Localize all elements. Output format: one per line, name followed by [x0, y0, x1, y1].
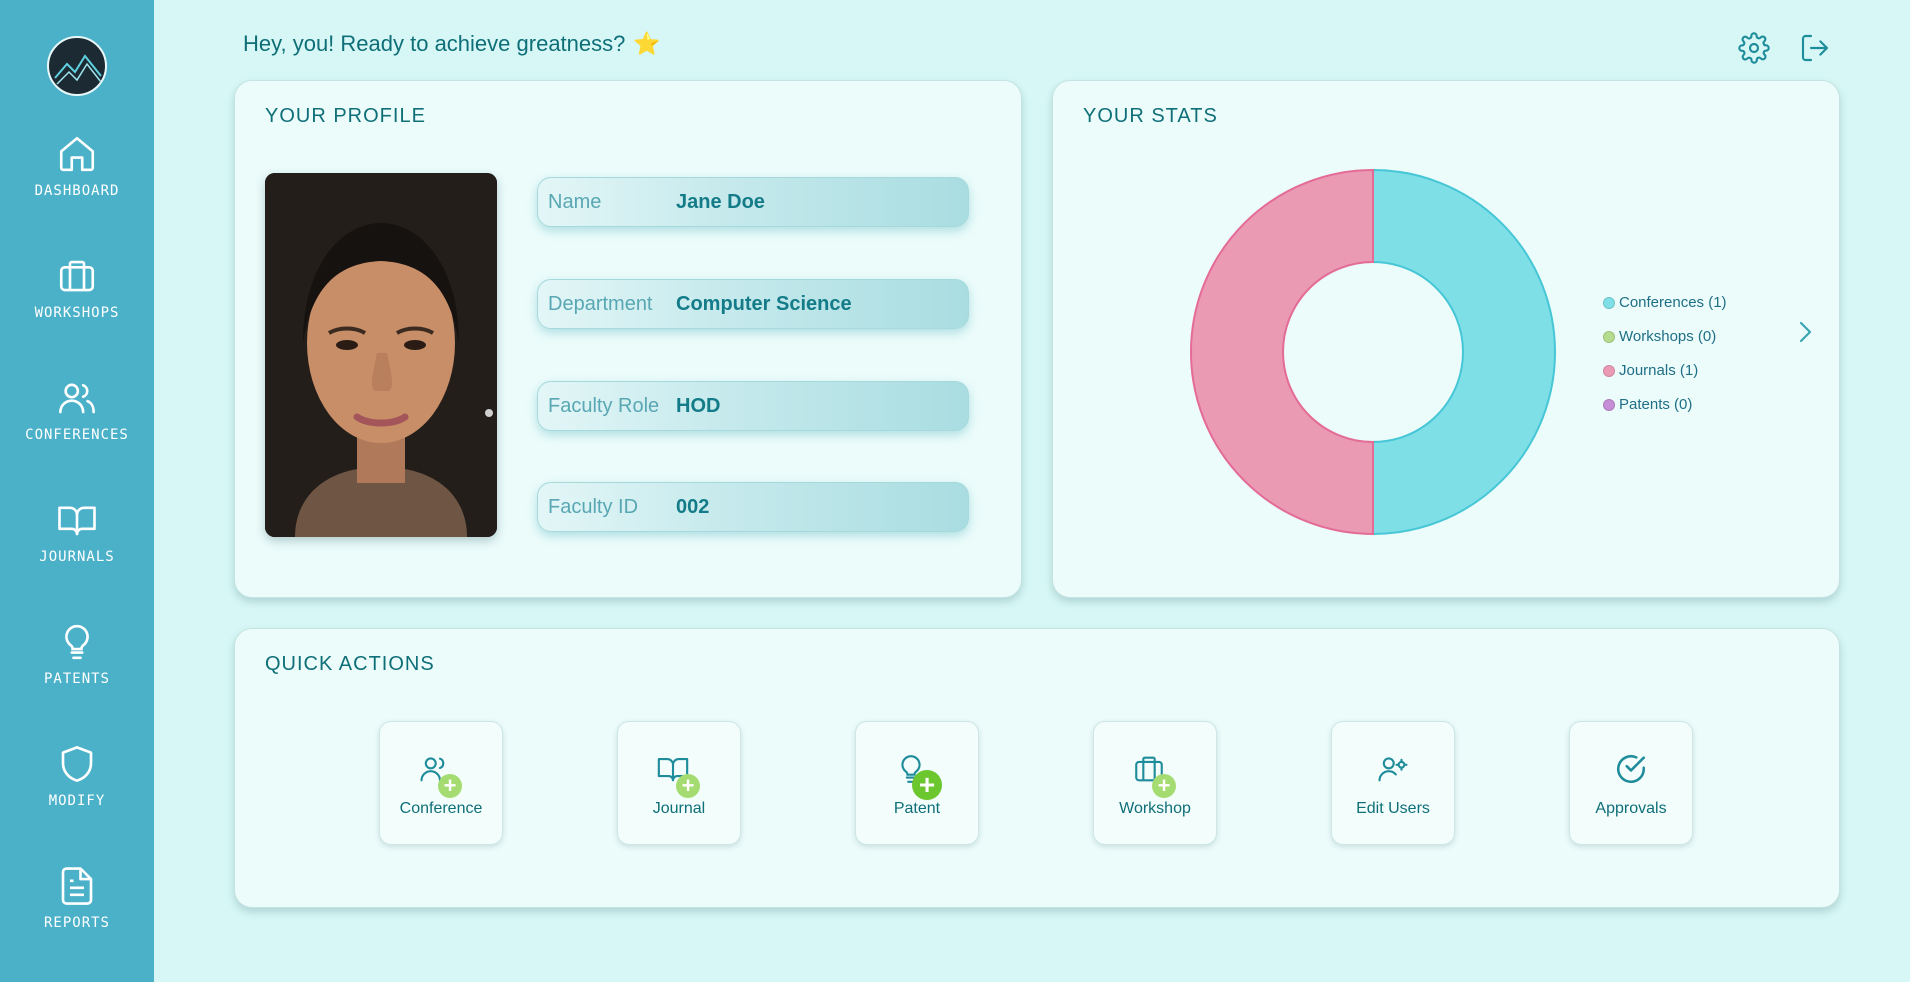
- nav-label: WORKSHOPS: [34, 305, 120, 321]
- nav-item-dashboard[interactable]: DASHBOARD: [0, 133, 154, 233]
- legend-item-patents[interactable]: Patents (0): [1603, 396, 1692, 413]
- quick-action-label: Journal: [652, 800, 706, 817]
- legend-label: Workshops (0): [1619, 328, 1717, 345]
- nav-item-workshops[interactable]: WORKSHOPS: [0, 255, 154, 355]
- field-value: Jane Doe: [676, 190, 765, 213]
- profile-field-name: Name Jane Doe: [537, 177, 969, 227]
- users-icon: [59, 383, 95, 414]
- quick-action-label: Approvals: [1595, 800, 1667, 817]
- quick-action-edit-users[interactable]: Edit Users: [1331, 721, 1455, 845]
- greeting: Hey, you! Ready to achieve greatness? ⭐: [243, 31, 661, 57]
- stats-title: YOUR STATS: [1083, 105, 1218, 127]
- book-icon: [58, 506, 96, 536]
- profile-photo: [265, 173, 497, 537]
- lightbulb-icon: [65, 624, 89, 660]
- greeting-text: Hey, you! Ready to achieve greatness?: [243, 31, 626, 56]
- sidebar: DASHBOARD WORKSHOPS CONFERENCES JOURNALS…: [0, 0, 154, 982]
- nav-label: JOURNALS: [39, 549, 115, 565]
- user-gear-icon: [1370, 752, 1416, 796]
- quick-action-label: Workshop: [1119, 800, 1191, 817]
- field-label: Department: [548, 292, 653, 315]
- quick-action-label: Conference: [399, 800, 483, 817]
- field-value: Computer Science: [676, 292, 852, 315]
- nav-label: CONFERENCES: [25, 427, 129, 443]
- quick-actions-card: QUICK ACTIONS + Conference + Journal + P…: [234, 628, 1840, 908]
- profile-field-faculty-id: Faculty ID 002: [537, 482, 969, 532]
- chevron-right-icon[interactable]: [1793, 320, 1817, 344]
- briefcase-plus-icon: +: [1132, 752, 1178, 798]
- home-icon: [59, 136, 95, 172]
- field-label: Faculty Role: [548, 394, 660, 417]
- profile-field-department: Department Computer Science: [537, 279, 969, 329]
- legend-label: Journals (1): [1619, 362, 1699, 379]
- gear-icon[interactable]: [1738, 32, 1770, 64]
- nav-item-modify[interactable]: MODIFY: [0, 743, 154, 843]
- book-plus-icon: +: [656, 752, 702, 798]
- shield-icon: [61, 746, 93, 782]
- legend-swatch: [1603, 364, 1615, 377]
- star-icon: ⭐: [633, 31, 661, 57]
- lightbulb-plus-icon: +: [894, 752, 942, 800]
- nav-label: REPORTS: [43, 915, 110, 931]
- check-circle-icon: [1608, 752, 1654, 796]
- quick-action-conference[interactable]: + Conference: [379, 721, 503, 845]
- briefcase-icon: [59, 260, 95, 292]
- donut-chart: [1190, 168, 1556, 536]
- donut-slice-conferences[interactable]: [1372, 168, 1556, 536]
- profile-card: YOUR PROFILE Name Jane Doe Department Co…: [234, 80, 1022, 598]
- profile-title: YOUR PROFILE: [265, 105, 426, 127]
- nav-label: DASHBOARD: [34, 183, 120, 199]
- legend-item-journals[interactable]: Journals (1): [1603, 362, 1698, 379]
- field-value: HOD: [676, 394, 721, 417]
- legend-item-workshops[interactable]: Workshops (0): [1603, 328, 1716, 345]
- nav-label: MODIFY: [48, 793, 106, 809]
- nav-item-journals[interactable]: JOURNALS: [0, 499, 154, 599]
- stats-card: YOUR STATS Conferences (1) Workshops (0) J…: [1052, 80, 1840, 598]
- document-icon: [61, 867, 93, 905]
- legend-label: Conferences (1): [1619, 294, 1727, 311]
- quick-action-label: Patent: [893, 800, 941, 817]
- nav-item-patents[interactable]: PATENTS: [0, 621, 154, 721]
- nav-item-reports[interactable]: REPORTS: [0, 865, 154, 965]
- quick-action-workshop[interactable]: + Workshop: [1093, 721, 1217, 845]
- legend-swatch: [1603, 330, 1615, 343]
- users-plus-icon: +: [418, 752, 464, 798]
- legend-item-conferences[interactable]: Conferences (1): [1603, 294, 1727, 311]
- quick-action-patent[interactable]: + Patent: [855, 721, 979, 845]
- quick-action-journal[interactable]: + Journal: [617, 721, 741, 845]
- legend-label: Patents (0): [1619, 396, 1693, 413]
- nav-item-conferences[interactable]: CONFERENCES: [0, 377, 154, 477]
- field-label: Name: [548, 190, 602, 213]
- donut-slice-journals[interactable]: [1190, 168, 1374, 536]
- logo-icon[interactable]: [47, 36, 107, 96]
- profile-field-faculty-role: Faculty Role HOD: [537, 381, 969, 431]
- quick-actions-title: QUICK ACTIONS: [265, 653, 435, 675]
- quick-action-label: Edit Users: [1356, 800, 1430, 817]
- quick-action-approvals[interactable]: Approvals: [1569, 721, 1693, 845]
- logout-icon[interactable]: [1799, 32, 1831, 64]
- legend-swatch: [1603, 296, 1615, 309]
- legend-swatch: [1603, 398, 1615, 411]
- field-value: 002: [676, 495, 710, 518]
- field-label: Faculty ID: [548, 495, 639, 518]
- nav-label: PATENTS: [43, 671, 110, 687]
